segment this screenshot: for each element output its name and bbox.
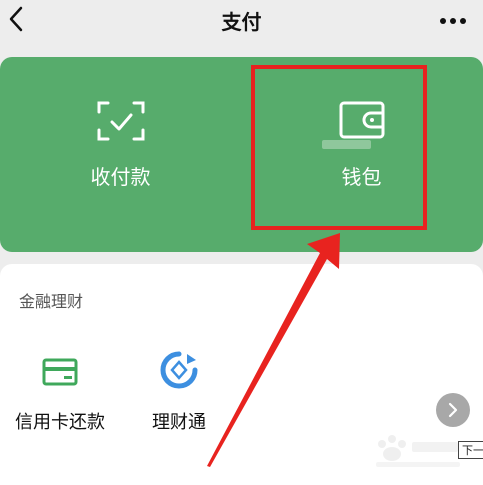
wealth-management-item[interactable]: 理财通 [119,351,239,442]
next-button[interactable] [436,393,470,427]
baidu-watermark [376,435,460,467]
wealth-management-label: 理财通 [152,412,206,433]
receive-pay-label: 收付款 [90,165,151,189]
credit-card-repay-label: 信用卡还款 [15,412,105,433]
page-title: 支付 [221,10,262,34]
highlight-box [251,65,427,230]
chevron-right-icon [448,402,458,418]
next-tooltip: 下一 [458,441,483,459]
credit-card-repay-item[interactable]: 信用卡还款 [0,352,120,442]
more-dots-icon [440,18,466,24]
section-title-finance: 金融理财 [19,292,84,311]
credit-card-icon [42,358,78,386]
top-bar: 支付 [0,0,483,50]
more-button[interactable] [439,12,467,24]
scan-pay-icon [97,101,144,141]
receive-pay-tile[interactable]: 收付款 [0,57,241,252]
wealth-icon [160,351,198,389]
